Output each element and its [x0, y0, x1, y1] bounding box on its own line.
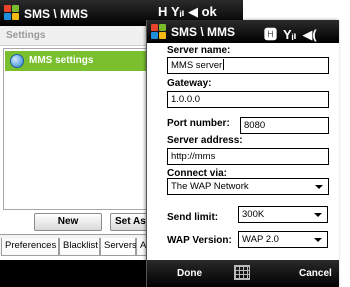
server-address-label: Server address:: [167, 135, 243, 146]
back-app-title: SMS \ MMS: [24, 7, 89, 21]
server-name-input[interactable]: MMS server: [167, 57, 329, 74]
tab-preferences[interactable]: Preferences: [1, 238, 59, 256]
wap-version-value: WAP 2.0: [242, 234, 279, 245]
new-button[interactable]: New: [34, 213, 102, 231]
send-limit-value: 300K: [242, 209, 265, 220]
wap-version-label: WAP Version:: [167, 235, 232, 246]
connect-via-dropdown[interactable]: The WAP Network: [167, 178, 329, 195]
globe-icon: [10, 54, 24, 68]
gateway-label: Gateway:: [167, 78, 212, 89]
mms-server-dialog: SMS \ MMS 🅷 Yᵢₗ ◀( Server name: MMS server…: [146, 20, 339, 287]
connect-via-value: The WAP Network: [171, 181, 249, 192]
gateway-value: 1.0.0.0: [171, 94, 201, 105]
list-item-label: MMS settings: [29, 55, 94, 66]
settings-header-label: Settings: [6, 30, 46, 41]
done-softkey[interactable]: Done: [177, 268, 202, 279]
status-icons: 🅷 Yᵢₗ ◀(: [264, 24, 323, 43]
chevron-down-icon: [314, 238, 322, 242]
port-number-value: 8080: [244, 120, 266, 131]
back-status-icons: H Yᵢₗ ◀ ok: [158, 4, 217, 19]
softkey-bar: Done Cancel: [147, 260, 339, 287]
send-limit-dropdown[interactable]: 300K: [238, 206, 328, 223]
dialog-app-title: SMS \ MMS: [171, 25, 236, 39]
data-connection-icon: 🅷: [264, 27, 278, 42]
port-number-label: Port number:: [167, 118, 230, 129]
volume-icon: ◀(: [302, 27, 317, 42]
server-address-input[interactable]: http://mms: [167, 148, 329, 165]
server-address-value: http://mms: [171, 151, 216, 162]
tab-blacklist[interactable]: Blacklist: [59, 238, 100, 256]
text-caret: [223, 59, 225, 70]
server-name-label: Server name:: [167, 45, 231, 56]
dialog-title-bar: SMS \ MMS 🅷 Yᵢₗ ◀(: [147, 20, 339, 43]
chevron-down-icon: [314, 213, 322, 217]
gateway-input[interactable]: 1.0.0.0: [167, 91, 329, 108]
send-limit-label: Send limit:: [167, 212, 219, 223]
windows-start-icon[interactable]: [3, 4, 21, 22]
windows-start-icon[interactable]: [150, 23, 168, 41]
server-name-value: MMS server: [171, 60, 223, 71]
signal-icon: Yᵢₗ: [283, 27, 297, 42]
cancel-softkey[interactable]: Cancel: [299, 268, 332, 279]
port-number-input[interactable]: 8080: [240, 117, 329, 134]
chevron-down-icon: [315, 185, 323, 189]
tab-servers[interactable]: Servers: [100, 238, 137, 256]
wap-version-dropdown[interactable]: WAP 2.0: [238, 231, 328, 248]
keyboard-icon[interactable]: [234, 265, 250, 280]
